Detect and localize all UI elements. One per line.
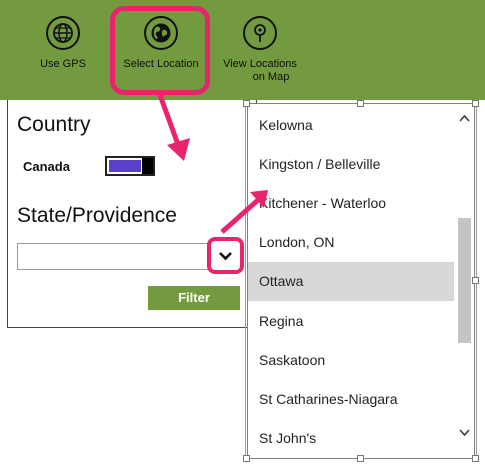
pink-arrow-down [157,94,183,151]
pink-arrow-up [220,198,260,234]
annotation-arrows [157,94,268,234]
